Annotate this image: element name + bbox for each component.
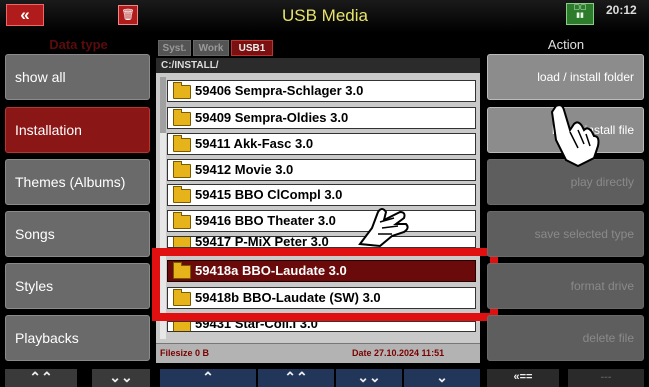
type-playbacks-button[interactable]: Playbacks: [5, 315, 150, 361]
action-header: Action: [547, 37, 585, 52]
folder-icon: [173, 186, 191, 203]
type-installation-button[interactable]: Installation: [5, 107, 150, 153]
folder-icon: [173, 82, 191, 99]
folder-icon: [173, 161, 191, 178]
filesize-label: Filesize 0 B: [160, 348, 210, 358]
folder-icon: [173, 322, 191, 331]
file-name: 59416 BBO Theater 3.0: [195, 213, 336, 228]
highlight-frame: [152, 248, 498, 321]
page-up-fast-button[interactable]: ⌃⌃: [5, 369, 77, 387]
page-down-fast-button[interactable]: ⌄⌄: [92, 369, 150, 387]
file-date-label: Date 27.10.2024 11:51: [352, 348, 445, 358]
page-up-button[interactable]: ⌃⌃: [258, 369, 334, 387]
sd-card-icon[interactable]: ▢▢ ▮▮: [566, 3, 594, 25]
path-breadcrumb: C:/INSTALL/: [156, 58, 480, 73]
file-row[interactable]: 59416 BBO Theater 3.0: [167, 210, 476, 232]
trash-icon[interactable]: 🗑: [118, 5, 138, 25]
tab-usb1[interactable]: USB1: [231, 40, 273, 56]
back-button[interactable]: «: [6, 4, 44, 26]
clock: 20:12: [606, 3, 637, 17]
tab-work[interactable]: Work: [193, 40, 229, 56]
file-name: 59417 P-MiX Peter 3.0: [195, 236, 329, 248]
type-show-all-button[interactable]: show all: [5, 54, 150, 100]
folder-icon: [173, 237, 191, 247]
tab-syst[interactable]: Syst.: [158, 40, 191, 56]
page-down-button[interactable]: ⌄⌄: [336, 369, 402, 387]
file-row[interactable]: 59417 P-MiX Peter 3.0: [167, 236, 476, 248]
folder-icon: [173, 109, 191, 126]
hand-pointer-icon: [550, 104, 600, 168]
file-row[interactable]: 59409 Sempra-Oldies 3.0: [167, 107, 476, 129]
scrollbar-thumb[interactable]: [160, 77, 166, 133]
file-name: 59411 Akk-Fasc 3.0: [195, 136, 314, 151]
type-songs-button[interactable]: Songs: [5, 211, 150, 257]
folder-icon: [173, 212, 191, 229]
disabled-button: ---: [568, 369, 644, 387]
format-drive-button[interactable]: format drive: [487, 263, 644, 309]
file-row[interactable]: 59431 Star-Coll.I 3.0: [167, 321, 476, 332]
save-selected-type-button[interactable]: save selected type: [487, 211, 644, 257]
file-row[interactable]: 59411 Akk-Fasc 3.0: [167, 133, 476, 155]
scroll-top-button[interactable]: ⌃: [160, 369, 256, 387]
type-styles-button[interactable]: Styles: [5, 263, 150, 309]
folder-icon: [173, 135, 191, 152]
file-name: 59406 Sempra-Schlager 3.0: [195, 83, 364, 98]
back-arrow-button[interactable]: «==: [487, 369, 559, 387]
file-row[interactable]: 59412 Movie 3.0: [167, 159, 476, 181]
file-row[interactable]: 59415 BBO ClCompl 3.0: [167, 184, 476, 206]
scroll-down-button[interactable]: ⌄: [404, 369, 480, 387]
type-themes-button[interactable]: Themes (Albums): [5, 159, 150, 205]
delete-file-button[interactable]: delete file: [487, 315, 644, 361]
file-name: 59409 Sempra-Oldies 3.0: [195, 110, 349, 125]
data-type-header: Data type: [49, 37, 108, 52]
file-name: 59412 Movie 3.0: [195, 162, 294, 177]
page-title: USB Media: [282, 6, 368, 25]
load-install-folder-button[interactable]: load / install folder: [487, 54, 644, 100]
file-name: 59415 BBO ClCompl 3.0: [195, 187, 343, 202]
hand-pointer-icon: [358, 208, 409, 248]
file-row[interactable]: 59406 Sempra-Schlager 3.0: [167, 80, 476, 102]
file-name: 59431 Star-Coll.I 3.0: [195, 321, 318, 331]
